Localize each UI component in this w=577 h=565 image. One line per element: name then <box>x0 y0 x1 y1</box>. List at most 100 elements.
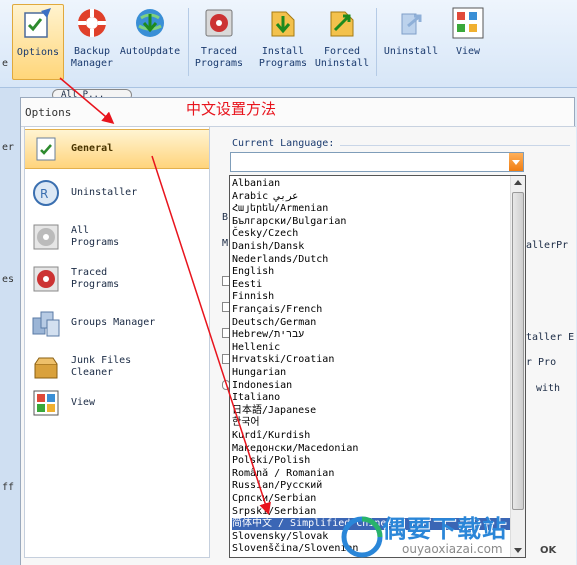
uninstall-button[interactable]: Uninstall <box>381 4 441 80</box>
nav-label: Groups Manager <box>71 317 156 328</box>
traced-programs-button[interactable]: Traced Programs <box>193 4 245 80</box>
language-option[interactable]: Indonesian <box>232 380 292 392</box>
language-option[interactable]: English <box>232 266 274 278</box>
uninstall-label: Uninstall <box>383 46 439 57</box>
combo-dropdown-button[interactable] <box>509 153 523 171</box>
uninstall-arrow-icon <box>401 13 422 35</box>
language-option[interactable]: Russian/Русский <box>232 480 322 492</box>
language-option[interactable]: Danish/Dansk <box>232 241 304 253</box>
dialog-title: Options <box>25 106 72 119</box>
nav-item-view[interactable]: View <box>25 385 209 421</box>
install-programs-label: Install Programs <box>258 46 308 69</box>
option-fragment: taller E <box>526 332 575 343</box>
language-option[interactable]: Français/French <box>232 304 322 316</box>
watermark-url: ouyaoxiazai.com <box>402 542 503 556</box>
option-fragment: r Pro <box>526 357 557 368</box>
scroll-up-button[interactable] <box>511 176 525 190</box>
view-grid-icon <box>33 390 59 416</box>
nav-item-traced-programs[interactable]: Traced Programs <box>25 261 209 297</box>
language-option[interactable]: Nederlands/Dutch <box>232 254 328 266</box>
language-option[interactable]: Finnish <box>232 291 274 303</box>
toolbar-partial-label: e <box>2 58 9 69</box>
nav-item-uninstaller[interactable]: R Uninstaller <box>25 175 209 211</box>
language-option[interactable]: Română / Romanian <box>232 468 334 480</box>
view-grid-icon <box>452 7 484 39</box>
junk-box-icon <box>34 357 58 379</box>
language-option[interactable]: Eesti <box>232 279 262 291</box>
language-combobox[interactable] <box>230 152 524 172</box>
nav-label: General <box>71 143 114 154</box>
nav-item-groups-manager[interactable]: Groups Manager <box>25 303 209 343</box>
forced-uninstall-button[interactable]: Forced Uninstall <box>313 4 371 80</box>
traced-programs-label: Traced Programs <box>194 46 244 69</box>
options-label: Options <box>16 47 60 58</box>
language-option[interactable]: Deutsch/German <box>232 317 316 329</box>
current-language-label: Current Language: <box>232 138 335 149</box>
backup-manager-label: Backup Manager <box>70 46 114 69</box>
nav-label: Junk Files Cleaner <box>71 355 132 378</box>
nav-item-all-programs[interactable]: All Programs <box>25 219 209 255</box>
checklist-pencil-icon <box>24 8 51 38</box>
watermark-logo-icon <box>341 516 383 558</box>
language-option[interactable]: Македонски/Macedonian <box>232 443 358 455</box>
groups-icon <box>32 311 60 337</box>
language-option[interactable]: Polski/Polish <box>232 455 310 467</box>
autoupdate-button[interactable]: AutoUpdate <box>118 4 182 80</box>
language-option[interactable]: Slovensky/Slovak <box>232 531 328 543</box>
traced-disc-icon <box>33 266 59 292</box>
install-icon <box>271 11 295 37</box>
main-window-left-strip <box>0 88 20 565</box>
language-option[interactable]: Հայերեն/Armenian <box>232 203 328 215</box>
traced-disc-icon <box>205 9 233 37</box>
option-fragment: B <box>222 212 229 223</box>
language-option[interactable]: Hebrew/עברית <box>232 329 304 341</box>
scroll-thumb[interactable] <box>512 192 524 510</box>
group-divider <box>340 145 570 146</box>
options-nav: General R Uninstaller All Programs Trace… <box>24 126 210 558</box>
view-button[interactable]: View <box>444 4 492 80</box>
uninstaller-icon: R <box>33 180 59 206</box>
autoupdate-label: AutoUpdate <box>119 46 181 57</box>
nav-label: Uninstaller <box>71 187 138 198</box>
disc-icon <box>33 224 59 250</box>
language-option[interactable]: Hungarian <box>232 367 286 379</box>
forced-uninstall-label: Forced Uninstall <box>314 46 370 69</box>
view-label: View <box>455 46 481 57</box>
main-toolbar: e Options Backup Manager AutoUpdate Trac… <box>0 0 577 88</box>
toolbar-separator <box>188 8 189 76</box>
language-option[interactable]: Česky/Czech <box>232 228 298 240</box>
toolbar-separator <box>376 8 377 76</box>
ok-button[interactable]: OK <box>540 545 556 556</box>
language-option[interactable]: Arabic عربي <box>232 191 298 203</box>
language-option[interactable]: Hrvatski/Croatian <box>232 354 334 366</box>
nav-item-general[interactable]: General <box>25 129 209 169</box>
language-option[interactable]: Italiano <box>232 392 280 404</box>
language-option[interactable]: 한국어 <box>232 417 260 429</box>
backup-manager-button[interactable]: Backup Manager <box>68 4 116 80</box>
language-option[interactable]: Srpski/Serbian <box>232 506 316 518</box>
language-dropdown-list[interactable]: Albanian Arabic عربي Հայերեն/Armenian Бълга… <box>229 175 526 558</box>
language-option[interactable]: 日本語/Japanese <box>232 405 316 417</box>
list-scrollbar[interactable] <box>510 176 525 557</box>
globe-update-icon <box>136 9 164 37</box>
background-fragment: er <box>2 142 15 153</box>
option-fragment: M <box>222 238 229 249</box>
language-option[interactable]: Српски/Serbian <box>232 493 316 505</box>
options-button[interactable]: Options <box>12 4 64 80</box>
lifebuoy-icon <box>78 9 106 37</box>
background-fragment: ff <box>2 482 15 493</box>
language-option[interactable]: Hellenic <box>232 342 280 354</box>
language-option[interactable]: Albanian <box>232 178 280 190</box>
install-programs-button[interactable]: Install Programs <box>256 4 310 80</box>
nav-label: View <box>71 397 96 408</box>
watermark-text: 偶要下载站 <box>382 515 507 543</box>
language-option[interactable]: Kurdî/Kurdish <box>232 430 310 442</box>
nav-item-junk-files-cleaner[interactable]: Junk Files Cleaner <box>25 347 209 387</box>
annotation-text: 中文设置方法 <box>186 100 277 118</box>
checklist-icon <box>36 137 56 161</box>
background-fragment: es <box>2 274 15 285</box>
option-fragment: with <box>536 383 561 394</box>
language-option[interactable]: Български/Bulgarian <box>232 216 346 228</box>
nav-label: All Programs <box>71 225 120 248</box>
nav-label: Traced Programs <box>71 267 120 290</box>
